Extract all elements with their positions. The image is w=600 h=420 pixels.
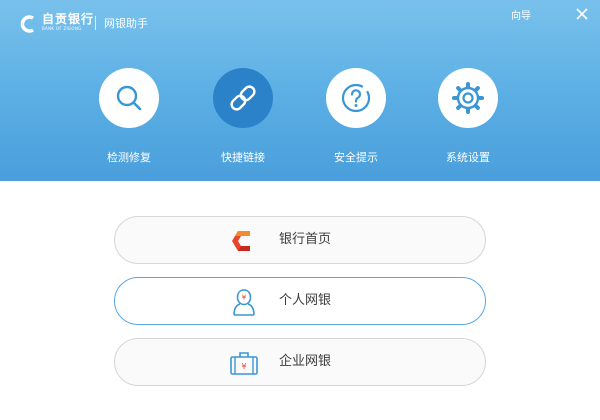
entry-corporate-banking[interactable]: ¥ 企业网银 <box>114 338 486 386</box>
bank-logo-icon <box>20 15 34 33</box>
entry-label: 企业网银 <box>279 354 332 369</box>
tool-circle <box>213 68 273 128</box>
entry-label: 个人网银 <box>279 293 332 308</box>
tool-system-settings[interactable]: 系统设置 <box>428 68 508 168</box>
person-icon: ¥ <box>233 289 255 316</box>
brand-name: 自贡银行 <box>42 12 95 26</box>
tool-circle <box>99 68 159 128</box>
question-icon <box>341 83 371 113</box>
svg-text:¥: ¥ <box>241 362 246 371</box>
close-icon[interactable] <box>572 4 592 24</box>
entry-bank-homepage[interactable]: 银行首页 <box>114 216 486 264</box>
bank-logo-icon <box>232 231 250 251</box>
magnifier-icon <box>116 85 142 111</box>
gear-icon <box>452 82 484 114</box>
brand: 自贡银行 BANK OF ZIGONG <box>42 13 94 32</box>
brand-english-name: BANK OF ZIGONG <box>42 26 82 31</box>
tool-label: 检测修复 <box>107 151 151 164</box>
entry-label: 银行首页 <box>279 232 332 247</box>
app-title: 网银助手 <box>104 17 148 30</box>
tool-label: 系统设置 <box>446 151 490 164</box>
guide-link[interactable]: 向导 <box>511 7 531 22</box>
tool-circle <box>438 68 498 128</box>
tool-security-tips[interactable]: 安全提示 <box>316 68 396 168</box>
header-banner: 自贡银行 BANK OF ZIGONG 网银助手 向导 检测修复 快捷链接 安全… <box>0 0 600 181</box>
tool-quick-links[interactable]: 快捷链接 <box>203 68 283 168</box>
tool-circle <box>326 68 386 128</box>
tool-detect-repair[interactable]: 检测修复 <box>89 68 169 168</box>
title-divider <box>95 16 96 30</box>
tool-label: 安全提示 <box>334 151 378 164</box>
entry-personal-banking[interactable]: ¥ 个人网银 <box>114 277 486 325</box>
briefcase-icon: ¥ <box>230 352 258 375</box>
svg-text:¥: ¥ <box>242 294 247 302</box>
tool-label: 快捷链接 <box>221 151 265 164</box>
link-icon <box>230 85 256 111</box>
title-bar: 自贡银行 BANK OF ZIGONG 网银助手 向导 <box>0 0 600 44</box>
